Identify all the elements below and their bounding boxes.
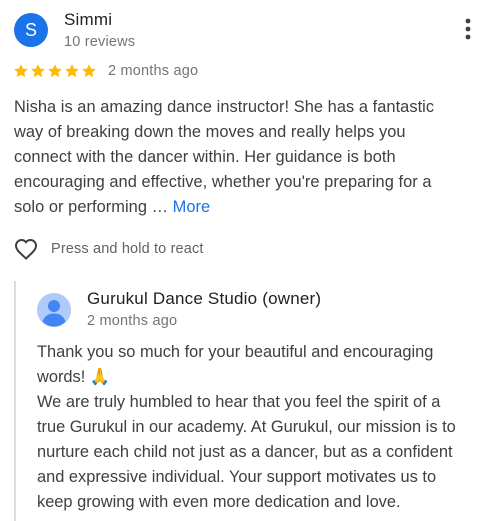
owner-reply-date: 2 months ago [87, 313, 178, 329]
star-icon [48, 64, 62, 78]
review-text: Nisha is an amazing dance instructor! Sh… [14, 95, 492, 220]
review-text-line: Nisha is an amazing dance instructor! Sh… [14, 98, 435, 116]
review-text-line: way of breaking down the moves and reall… [14, 123, 406, 141]
review-date: 2 months ago [108, 63, 199, 79]
review-text-line: solo or performing … More [14, 195, 492, 220]
more-vert-icon[interactable] [458, 16, 478, 42]
reply-text-line: words! 🙏 [37, 368, 111, 386]
reply-text-line: keep growing with even more dedication a… [37, 493, 401, 511]
star-icon [65, 64, 79, 78]
reply-text-line: Thank you so much for your beautiful and… [37, 343, 434, 361]
review-card: S Simmi 10 reviews 2 months ago Nisha is… [0, 0, 498, 521]
star-rating [13, 61, 97, 81]
heart-outline-icon[interactable] [13, 237, 39, 261]
owner-name: Gurukul Dance Studio (owner) [87, 289, 322, 308]
review-text-line: connect with the dancer within. Her guid… [14, 148, 396, 166]
reply-text-line: We are truly humbled to hear that you fe… [37, 393, 441, 411]
react-label: Press and hold to react [51, 241, 204, 257]
default-person-avatar-icon [37, 293, 71, 327]
review-text-line: encouraging and effective, whether you'r… [14, 173, 432, 191]
reply-text-line: nurture each child not just as a dancer,… [37, 443, 453, 461]
owner-reply-text: Thank you so much for your beautiful and… [37, 340, 497, 515]
reviewer-avatar[interactable]: S [14, 13, 48, 47]
reviewer-name[interactable]: Simmi [64, 10, 112, 30]
reply-text-line: true Gurukul in our academy. At Gurukul,… [37, 418, 456, 436]
reply-text-line: and expressive individual. Your support … [37, 468, 437, 486]
star-icon [14, 64, 28, 78]
star-icon [82, 64, 96, 78]
review-text-last-line: solo or performing … [14, 198, 173, 216]
more-link[interactable]: More [173, 198, 211, 216]
star-icon [31, 64, 45, 78]
owner-reply: Gurukul Dance Studio (owner) 2 months ag… [14, 281, 496, 521]
reviewer-review-count: 10 reviews [64, 34, 136, 50]
